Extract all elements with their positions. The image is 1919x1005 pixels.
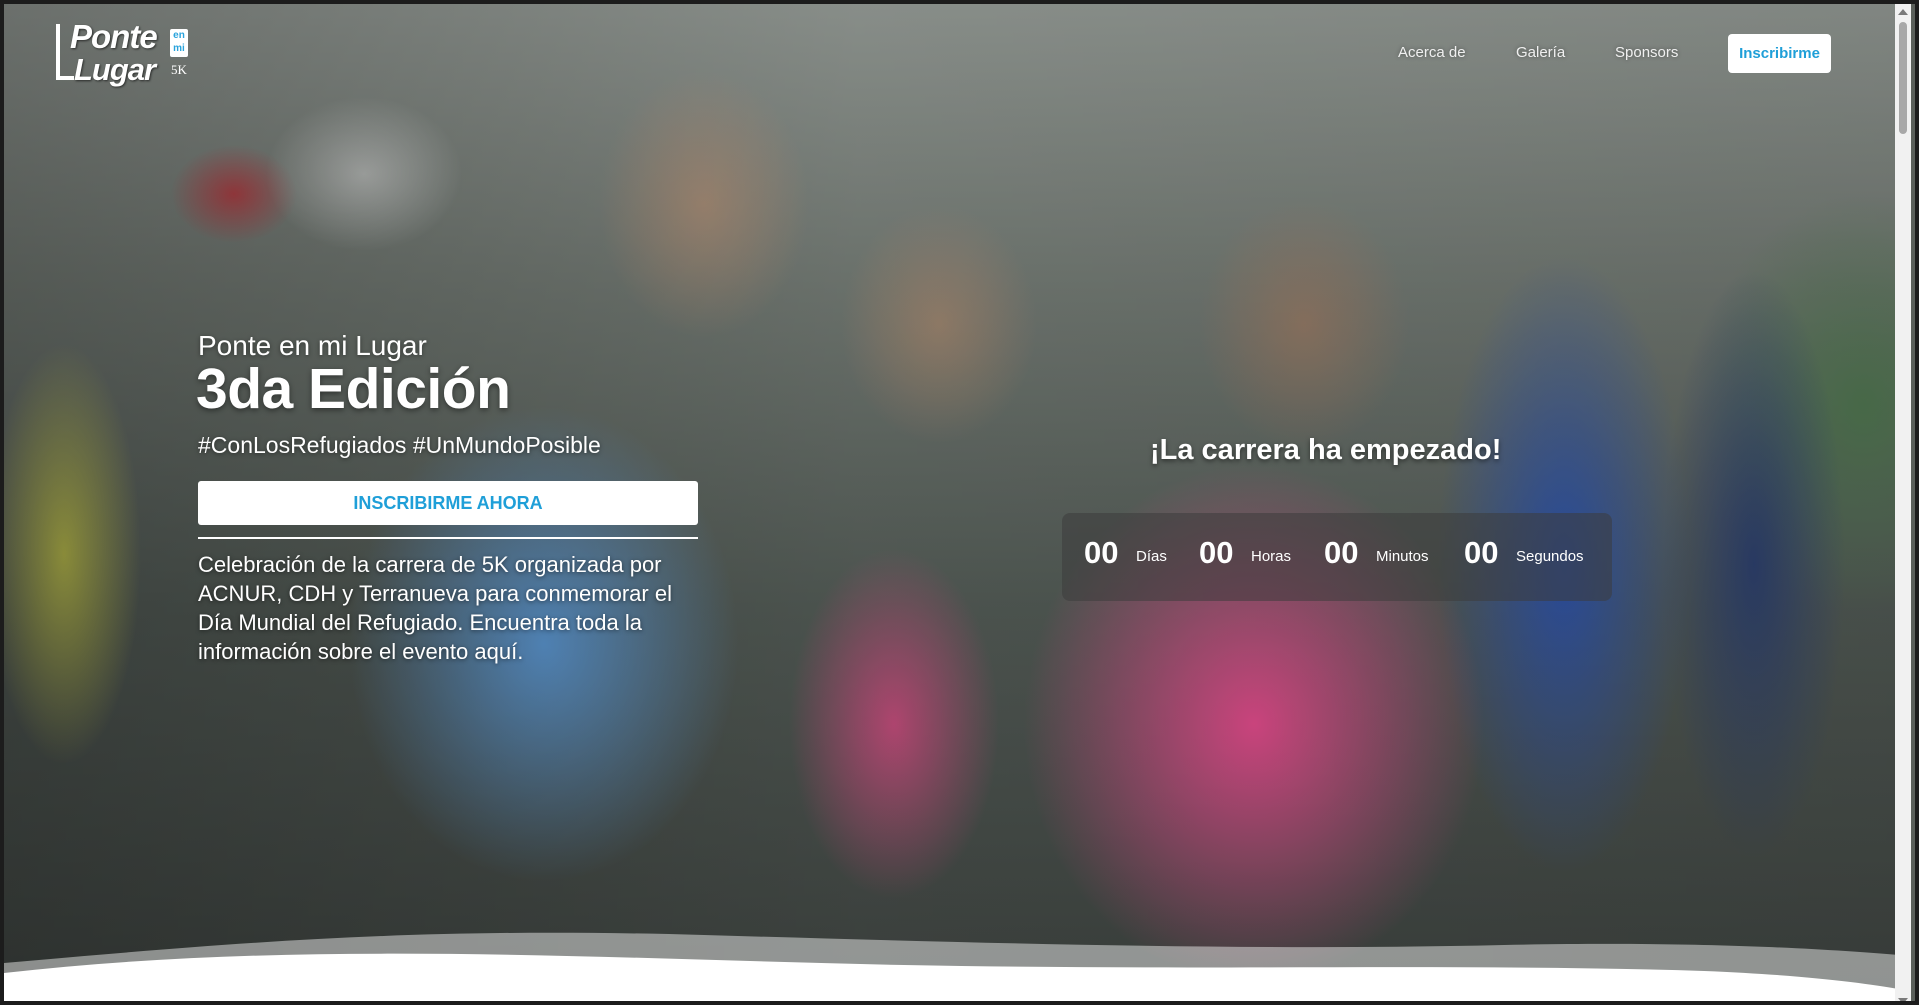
race-status-heading: ¡La carrera ha empezado!: [1150, 434, 1502, 466]
countdown-hours-label: Horas: [1251, 548, 1292, 565]
bottom-wave-divider: [4, 932, 1899, 1001]
countdown-days-value: 00: [1084, 535, 1119, 570]
hero-divider: [198, 537, 698, 539]
countdown-panel: 00 Días 00 Horas 00 Minutos 00 Segundos: [1062, 513, 1612, 601]
countdown-minutes-value: 00: [1324, 535, 1359, 570]
logo-word-ponte: Ponte: [70, 18, 158, 55]
site-logo[interactable]: Ponte Lugar en mi 5K: [56, 18, 196, 88]
hero-hashtags: #ConLosRefugiados #UnMundoPosible: [198, 432, 601, 458]
logo-word-lugar: Lugar: [74, 52, 156, 87]
countdown-hours-value: 00: [1199, 535, 1234, 570]
hero-description: Celebración de la carrera de 5K organiza…: [198, 552, 672, 664]
nav-inscribirme-button[interactable]: Inscribirme: [1728, 34, 1831, 73]
inscribirme-ahora-button[interactable]: INSCRIBIRME AHORA: [198, 481, 698, 525]
logo-5k: 5K: [171, 62, 187, 77]
scrollbar-thumb[interactable]: [1899, 22, 1907, 134]
logo-en-mi-badge: en mi: [170, 29, 188, 57]
hero-title: 3da Edición: [196, 357, 511, 421]
scroll-up-arrow-icon[interactable]: [1898, 9, 1908, 15]
countdown-days-label: Días: [1136, 548, 1167, 565]
nav-link-galeria[interactable]: Galería: [1516, 44, 1565, 61]
countdown-seconds-value: 00: [1464, 535, 1499, 570]
page-scrollbar[interactable]: [1895, 4, 1911, 1001]
countdown-minutes-label: Minutos: [1376, 548, 1429, 565]
browser-window: Ponte Lugar en mi 5K Acerca de Galería S…: [0, 0, 1919, 1005]
nav-link-sponsors[interactable]: Sponsors: [1615, 44, 1678, 61]
scroll-down-arrow-icon[interactable]: [1898, 998, 1908, 1001]
countdown-seconds-label: Segundos: [1516, 548, 1584, 565]
nav-link-acerca-de[interactable]: Acerca de: [1398, 44, 1466, 61]
